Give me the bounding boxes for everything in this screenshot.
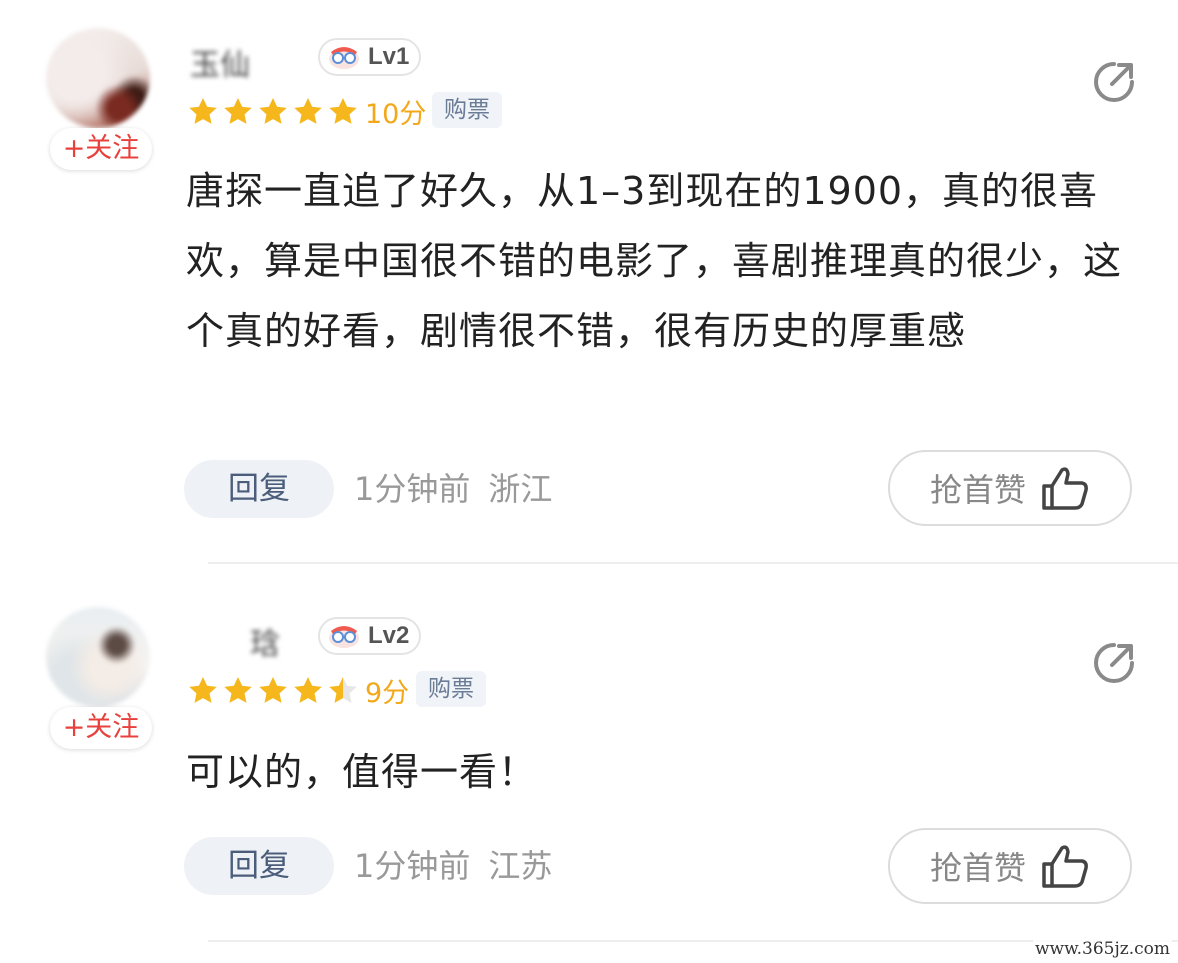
comment-meta: 1分钟前 浙江	[354, 460, 552, 518]
star-icon	[189, 97, 217, 124]
ticket-tag: 购票	[416, 671, 486, 707]
ticket-tag: 购票	[432, 92, 502, 128]
like-label: 抢首赞	[929, 849, 1026, 887]
star-icon	[259, 676, 287, 703]
star-icon	[329, 97, 357, 124]
level-label: Lv2	[368, 622, 410, 649]
avatar[interactable]	[46, 607, 150, 707]
comment-item: +关注 玉仙 Lv1 10分 购票 唐探一直追了好久，从1–3到现在的1900，…	[0, 0, 1178, 563]
star-icon	[224, 97, 252, 124]
comment-text: 可以的，值得一看！	[186, 750, 538, 794]
like-button[interactable]: 抢首赞	[888, 450, 1132, 526]
star-half-icon	[329, 676, 357, 703]
thumbs-up-icon	[1042, 845, 1088, 888]
watermark: www.365jz.com	[1033, 939, 1172, 959]
username[interactable]: 玉仙	[190, 40, 250, 84]
rating-stars: 10分	[186, 92, 426, 131]
rating-stars: 9分	[186, 671, 409, 710]
level-badge-icon	[326, 623, 362, 649]
avatar[interactable]	[46, 28, 150, 128]
share-icon[interactable]	[1092, 60, 1136, 104]
rating-score: 10分	[365, 99, 427, 130]
star-icon	[224, 676, 252, 703]
star-icon	[189, 676, 217, 703]
like-label: 抢首赞	[929, 471, 1026, 509]
comment-item: +关注 琀 Lv2 9分 购票 可以的，值得一看！ 回复 1分钟前 江苏 抢首赞	[0, 563, 1178, 943]
level-badge: Lv2	[318, 617, 422, 655]
follow-button[interactable]: +关注	[50, 707, 152, 749]
reply-button[interactable]: 回复	[184, 460, 334, 518]
comment-location: 江苏	[488, 847, 553, 885]
username[interactable]: 琀	[250, 619, 280, 663]
comment-meta: 1分钟前 江苏	[354, 837, 552, 895]
comment-location: 浙江	[488, 470, 553, 508]
star-icon	[259, 97, 287, 124]
follow-button[interactable]: +关注	[50, 128, 152, 170]
star-icon	[294, 676, 322, 703]
level-badge: Lv1	[318, 38, 422, 76]
share-icon[interactable]	[1092, 641, 1136, 685]
rating-score: 9分	[365, 678, 410, 709]
level-label: Lv1	[368, 43, 410, 70]
thumbs-up-icon	[1042, 467, 1088, 510]
comment-time: 1分钟前	[354, 470, 471, 508]
level-badge-icon	[326, 44, 362, 70]
reply-button[interactable]: 回复	[184, 837, 334, 895]
comment-time: 1分钟前	[354, 847, 471, 885]
like-button[interactable]: 抢首赞	[888, 828, 1132, 904]
comment-text: 唐探一直追了好久，从1–3到现在的1900，真的很喜欢，算是中国很不错的电影了，…	[186, 169, 1123, 353]
star-icon	[294, 97, 322, 124]
